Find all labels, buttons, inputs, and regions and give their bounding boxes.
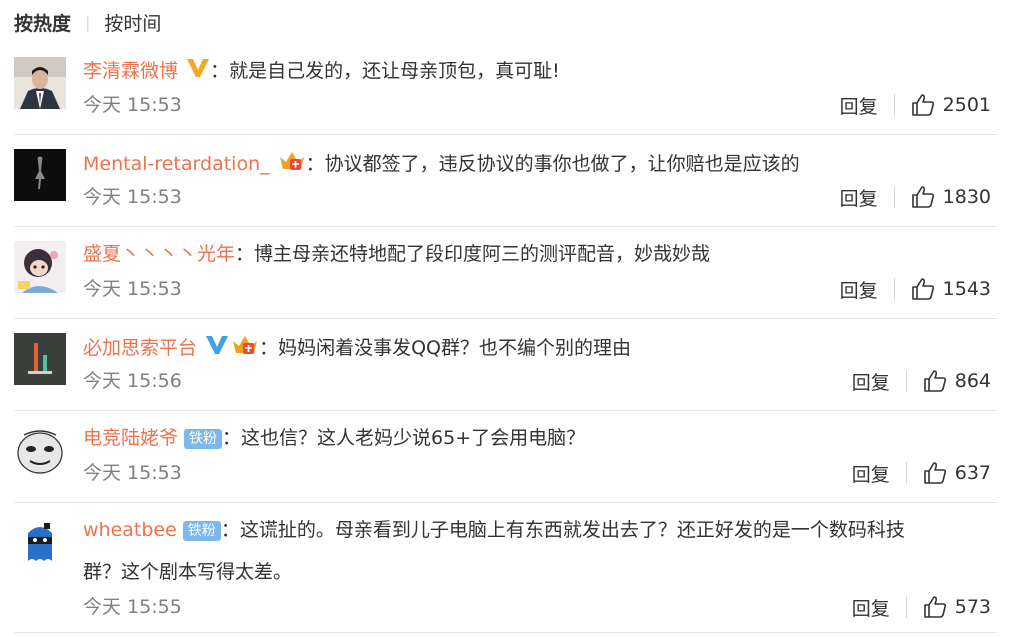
action-divider — [905, 370, 907, 392]
reply-button[interactable]: 回复 — [840, 92, 878, 119]
comment-text-continued: 群？这个剧本写得太差。 — [83, 561, 293, 583]
avatar[interactable] — [14, 425, 66, 477]
comment-item: 电竞陆姥爷 铁粉 ：这也信？这人老妈少说65+了会用电脑？ 今天 15:53 回复 … — [14, 425, 997, 503]
comment-item: wheatbee 铁粉 ：这谎扯的。母亲看到儿子电脑上有东西就发出去了？还正好发的是… — [14, 517, 997, 633]
comment-time: 今天 15:53 — [83, 94, 182, 116]
comment-text: 协议都签了，违反协议的事你也做了，让你赔也是应该的 — [324, 153, 800, 175]
username-link[interactable]: Mental-retardation_ — [83, 153, 270, 175]
comment-text: 博主母亲还特地配了段印度阿三的测评配音，妙哉妙哉 — [254, 243, 711, 265]
comment-item: 必加思索平台 ：妈妈闲着没事发QQ群？也不编个别的理由 今天 15:56 回复 … — [14, 333, 997, 411]
comment-time: 今天 15:55 — [83, 596, 182, 618]
action-divider — [905, 596, 907, 618]
reply-button[interactable]: 回复 — [852, 368, 890, 395]
like-thumb-icon[interactable] — [923, 461, 947, 485]
comment-content: 必加思索平台 ：妈妈闲着没事发QQ群？也不编个别的理由 — [83, 333, 631, 364]
comment-actions: 回复 1830 — [840, 184, 991, 210]
action-divider — [905, 462, 907, 484]
action-divider — [893, 94, 895, 116]
comment-actions: 回复 1543 — [840, 276, 991, 302]
action-divider — [893, 278, 895, 300]
like-count: 637 — [954, 462, 991, 484]
avatar[interactable] — [14, 241, 66, 293]
avatar[interactable] — [14, 333, 66, 385]
comment-item: Mental-retardation_ ：协议都签了，违反协议的事你也做了，让你… — [14, 149, 997, 227]
comment-text: 就是自己发的，还让母亲顶包，真可耻! — [229, 60, 560, 82]
like-thumb-icon[interactable] — [911, 93, 935, 117]
comment-divider — [14, 632, 997, 633]
like-thumb-icon[interactable] — [911, 185, 935, 209]
like-count: 1830 — [942, 186, 991, 208]
comment-item: 李清霖微博 ：就是自己发的，还让母亲顶包，真可耻! 今天 15:53 回复 25… — [14, 57, 997, 135]
username-link[interactable]: 电竞陆姥爷 — [83, 427, 178, 449]
sort-separator: | — [85, 12, 91, 32]
reply-button[interactable]: 回复 — [840, 184, 878, 211]
fan-badge[interactable]: 铁粉 — [184, 428, 223, 449]
fan-badge[interactable]: 铁粉 — [182, 520, 221, 541]
comment-time: 今天 15:56 — [83, 370, 182, 392]
like-count: 1543 — [942, 278, 991, 300]
crown-member-icon[interactable] — [278, 149, 306, 180]
comment-divider — [14, 226, 997, 227]
comment-text: 妈妈闲着没事发QQ群？也不编个别的理由 — [278, 337, 631, 359]
avatar[interactable] — [14, 57, 66, 109]
sort-by-hot-tab[interactable]: 按热度 — [14, 9, 71, 36]
v-verified-icon[interactable] — [205, 334, 229, 363]
reply-button[interactable]: 回复 — [852, 460, 890, 487]
reply-button[interactable]: 回复 — [840, 276, 878, 303]
like-thumb-icon[interactable] — [911, 277, 935, 301]
comment-item: 盛夏丶丶丶丶光年：博主母亲还特地配了段印度阿三的测评配音，妙哉妙哉 今天 15:… — [14, 241, 997, 319]
sort-by-time-tab[interactable]: 按时间 — [104, 9, 161, 36]
comment-actions: 回复 2501 — [840, 92, 991, 118]
sort-bar: 按热度 | 按时间 — [14, 8, 161, 36]
comment-content: 李清霖微博 ：就是自己发的，还让母亲顶包，真可耻! — [83, 57, 560, 86]
comment-content: Mental-retardation_ ：协议都签了，违反协议的事你也做了，让你… — [83, 149, 800, 180]
v-verified-icon[interactable] — [186, 57, 210, 86]
username-link[interactable]: 李清霖微博 — [83, 60, 178, 82]
comment-text: 这谎扯的。母亲看到儿子电脑上有东西就发出去了？还正好发的是一个数码科技 — [239, 519, 905, 541]
like-count: 864 — [954, 370, 991, 392]
username-link[interactable]: 盛夏丶丶丶丶光年 — [83, 243, 235, 265]
action-divider — [893, 186, 895, 208]
like-count: 573 — [954, 596, 991, 618]
comment-text: 这也信？这人老妈少说65+了会用电脑？ — [241, 427, 586, 449]
avatar[interactable] — [14, 517, 66, 569]
comment-time: 今天 15:53 — [83, 278, 182, 300]
comment-divider — [14, 410, 997, 411]
comment-actions: 回复 573 — [852, 594, 991, 620]
comment-content: 电竞陆姥爷 铁粉 ：这也信？这人老妈少说65+了会用电脑？ — [83, 427, 586, 449]
comment-divider — [14, 502, 997, 503]
username-link[interactable]: 必加思索平台 — [83, 337, 197, 359]
username-link[interactable]: wheatbee — [83, 519, 177, 541]
comment-divider — [14, 134, 997, 135]
reply-button[interactable]: 回复 — [852, 594, 890, 621]
comment-actions: 回复 864 — [852, 368, 991, 394]
like-thumb-icon[interactable] — [923, 369, 947, 393]
crown-member-icon[interactable] — [231, 333, 259, 364]
comment-time: 今天 15:53 — [83, 462, 182, 484]
comment-content: 盛夏丶丶丶丶光年：博主母亲还特地配了段印度阿三的测评配音，妙哉妙哉 — [83, 243, 711, 265]
comment-actions: 回复 637 — [852, 460, 991, 486]
comment-time: 今天 15:53 — [83, 186, 182, 208]
avatar[interactable] — [14, 149, 66, 201]
like-count: 2501 — [942, 94, 991, 116]
comment-content: wheatbee 铁粉 ：这谎扯的。母亲看到儿子电脑上有东西就发出去了？还正好发的是… — [83, 519, 905, 541]
like-thumb-icon[interactable] — [923, 595, 947, 619]
comment-divider — [14, 318, 997, 319]
